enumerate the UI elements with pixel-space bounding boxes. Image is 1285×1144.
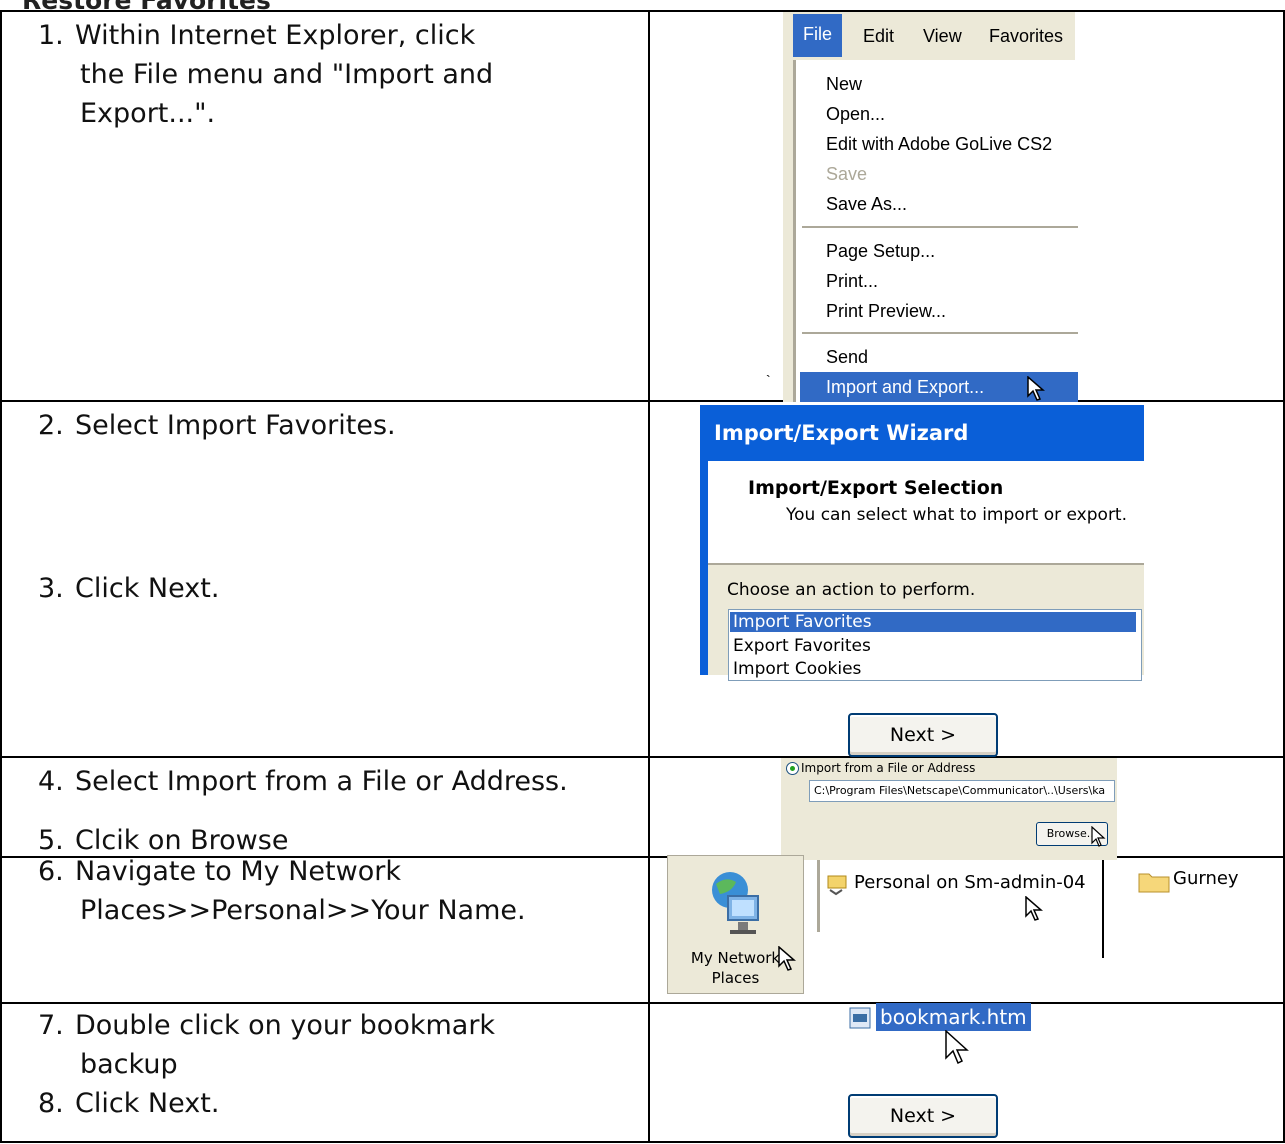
step-cell: 1. Within Internet Explorer, click the Fi… [0,10,650,402]
wizard-border [700,461,708,675]
wizard-heading: Import/Export Selection [748,477,1004,499]
gurney-folder-label: Gurney [1173,868,1239,889]
import-file-label: Import from a File or Address [801,761,976,775]
step-cell: 2. Select Import Favorites. 3. Click Next. [0,400,650,758]
network-globe-icon [712,872,759,934]
folder-icon [1138,873,1170,893]
import-source-panel: Import from a File or Address C:\Program… [781,758,1117,860]
step-cell: 7. Double click on your bookmark backup 8… [0,1002,650,1143]
wizard-titlebar: Import/Export Wizard [700,405,1144,461]
network-share-icon [827,875,847,896]
list-item-import-cookies[interactable]: Import Cookies [733,659,861,679]
step-2-text: 2. Select Import Favorites. [38,410,396,441]
import-export-wizard: Import/Export Wizard Import/Export Selec… [700,405,1144,681]
step-4-text: 4. Select Import from a File or Address. [38,766,568,797]
file-path-field[interactable]: C:\Program Files\Netscape\Communicator\.… [809,780,1115,802]
my-network-places[interactable]: My Network Places [667,855,804,994]
list-item-import-favorites[interactable]: Import Favorites [730,612,1136,632]
step-cell: 4. Select Import from a File or Address. … [0,756,650,858]
cursor-arrow-icon [1025,896,1043,921]
wizard-prompt: Choose an action to perform. [727,580,976,600]
table-row: 7. Double click on your bookmark backup 8… [0,1002,1285,1143]
wizard-title: Import/Export Wizard [714,421,969,445]
bookmark-file-name: bookmark.htm [876,1003,1031,1031]
step-1-text: 1. Within Internet Explorer, click the Fi… [38,20,494,129]
cursor-arrow-icon [778,946,796,971]
bookmark-file[interactable]: bookmark.htm [846,1000,1031,1036]
step-3-text: 3. Click Next. [38,573,220,604]
next-button[interactable]: Next > [848,713,998,757]
step-cell: 6. Navigate to My Network Places>>Persona… [0,856,650,1004]
html-file-icon [849,1007,871,1029]
personal-share-label: Personal on Sm-admin-04 [854,872,1086,893]
step-8-text: 8. Click Next. [38,1088,220,1119]
import-file-radio[interactable] [786,762,799,775]
screenshot-cell [648,10,1285,402]
personal-share[interactable]: Personal on Sm-admin-04 [817,860,1086,932]
gurney-folder[interactable]: Gurney [1133,860,1243,932]
cursor-arrow-icon [1091,826,1106,847]
next-button[interactable]: Next > [848,1094,998,1138]
table-row: 6. Navigate to My Network Places>>Persona… [0,856,1285,1004]
cursor-arrow-icon [945,1030,969,1065]
step-7-text: 7. Double click on your bookmark backup [38,1010,496,1080]
action-list[interactable]: Import Favorites Export Favorites Import… [728,609,1142,681]
wizard-subheading: You can select what to import or export. [786,505,1127,525]
step-6-text: 6. Navigate to My Network Places>>Persona… [38,856,526,926]
inner-divider [1102,856,1104,958]
table-row: 1. Within Internet Explorer, click the Fi… [0,10,1285,402]
wizard-header: Import/Export Selection You can select w… [708,461,1144,565]
list-item-export-favorites[interactable]: Export Favorites [733,636,871,656]
